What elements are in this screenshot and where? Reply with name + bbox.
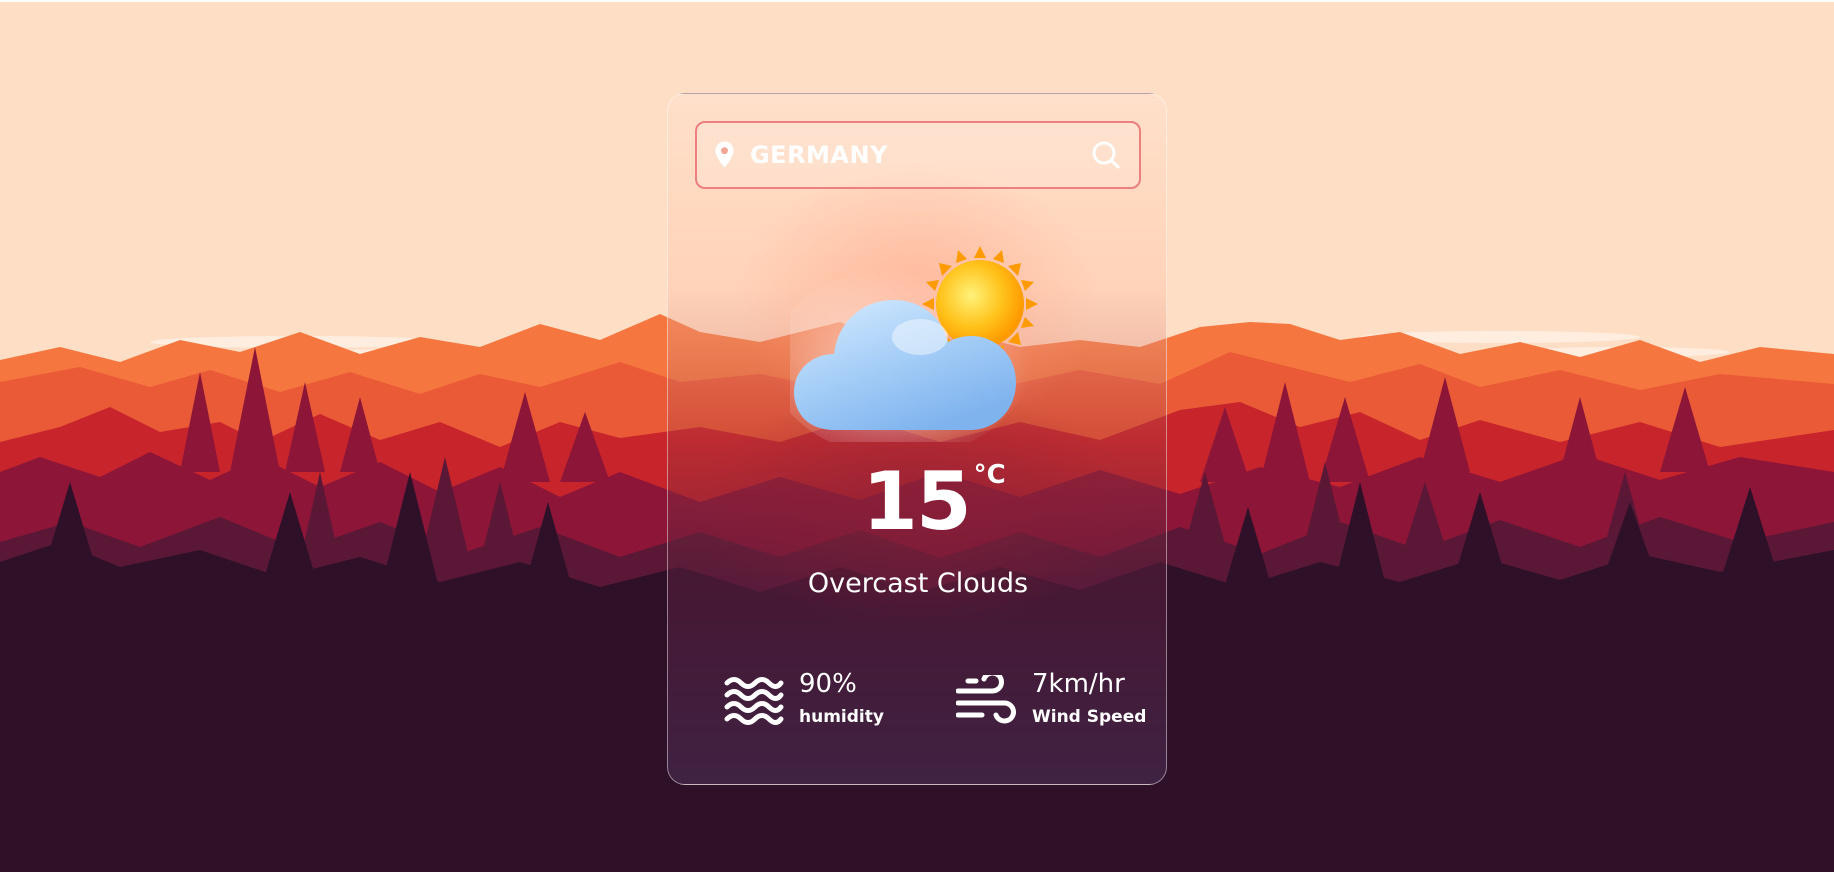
wind-value: 7km/hr [1032, 669, 1125, 699]
weather-card: 15°C Overcast Clouds 90% humidity [667, 93, 1167, 785]
wind-label: Wind Speed [1032, 707, 1147, 727]
wind-icon [956, 675, 1016, 724]
weather-stats: 90% humidity 7km/hr Wind Speed [668, 667, 1166, 747]
location-pin-icon [715, 141, 734, 168]
cloud-sun-icon [790, 246, 1038, 442]
search-icon [1092, 141, 1120, 169]
weather-description: Overcast Clouds [807, 568, 1029, 599]
humidity-stat: 90% humidity [723, 667, 884, 727]
search-bar [695, 121, 1141, 189]
location-input[interactable] [747, 129, 1091, 181]
search-button[interactable] [1091, 138, 1121, 172]
wind-stat: 7km/hr Wind Speed [956, 667, 1146, 727]
humidity-value: 90% [799, 669, 857, 699]
humidity-label: humidity [799, 707, 884, 727]
temperature-display: 15 °C [668, 460, 1166, 542]
temperature-value: 15 [862, 455, 971, 548]
temperature-unit: °C [973, 460, 1006, 490]
waves-icon [724, 677, 784, 725]
background-landscape: 15°C Overcast Clouds 90% humidity [0, 0, 1834, 872]
